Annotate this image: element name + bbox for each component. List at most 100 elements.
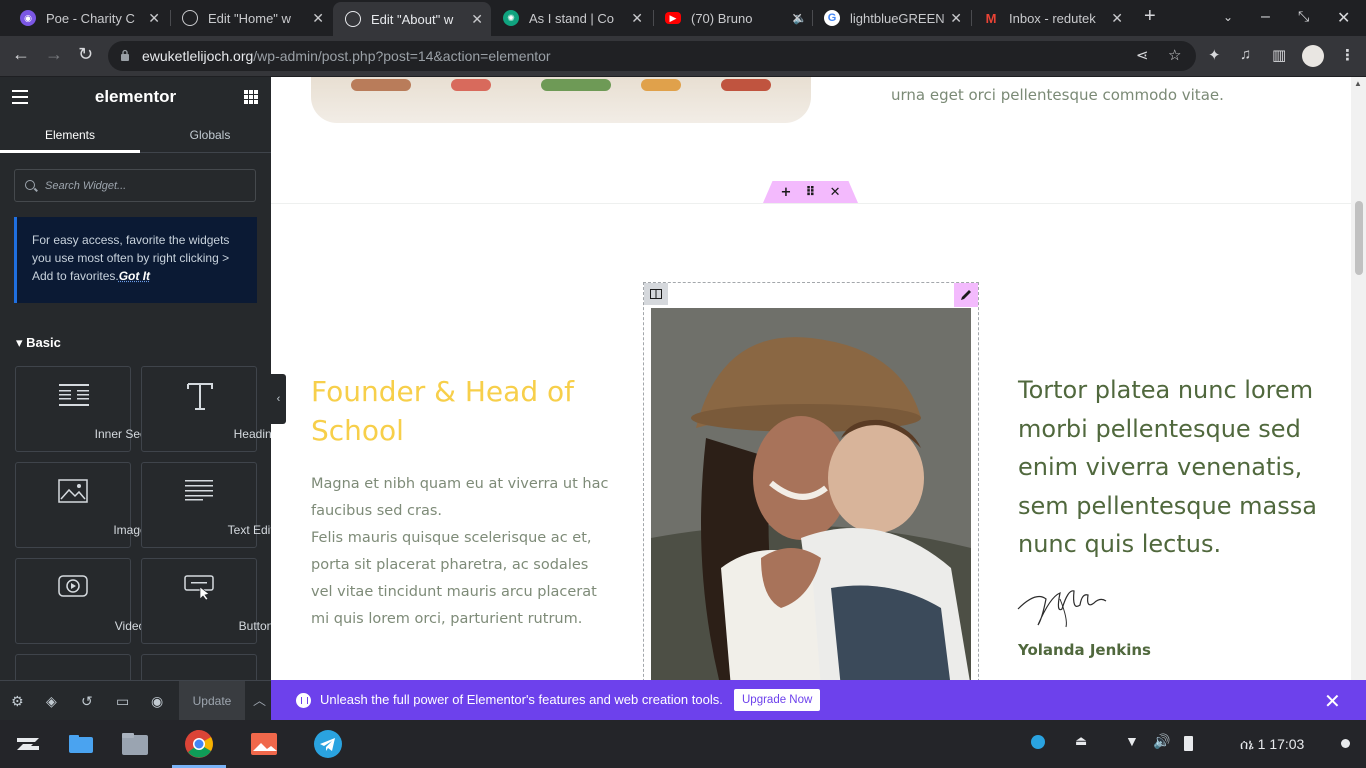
- widget-label: Heading: [233, 427, 271, 441]
- widgets-grid-icon[interactable]: [244, 90, 258, 104]
- tab-youtube[interactable]: ▶ (70) Bruno 🔈 ✕: [653, 4, 811, 32]
- widget-label: Text Editor: [227, 523, 271, 537]
- delete-section-icon[interactable]: ✕: [830, 185, 841, 200]
- files-app-icon[interactable]: [66, 729, 96, 759]
- close-tab-icon[interactable]: ✕: [1111, 10, 1123, 27]
- new-tab-icon[interactable]: +: [1144, 5, 1156, 28]
- profile-avatar[interactable]: [1302, 45, 1324, 67]
- tab-google[interactable]: G lightblueGREEN ✕: [812, 4, 970, 32]
- close-tab-icon[interactable]: ✕: [148, 10, 160, 27]
- scroll-up-arrow-icon[interactable]: ▲: [1354, 79, 1362, 88]
- settings-gear-icon[interactable]: ⚙: [11, 693, 24, 710]
- widget-heading[interactable]: Heading: [141, 366, 271, 452]
- top-section-image: [311, 77, 811, 123]
- side-panel-icon[interactable]: ▥: [1272, 46, 1286, 64]
- eject-icon[interactable]: ⏏: [1075, 733, 1087, 749]
- search-input[interactable]: [45, 170, 245, 201]
- address-bar[interactable]: ewuketlelijoch.org/wp-admin/post.php?pos…: [108, 41, 1196, 71]
- zorin-menu-icon[interactable]: [13, 729, 43, 759]
- url-path: /wp-admin/post.php?post=14&action=elemen…: [253, 48, 551, 64]
- widget-video[interactable]: Video: [15, 558, 145, 644]
- tab-poe[interactable]: ◉ Poe - Charity C ✕: [8, 4, 168, 32]
- close-tab-icon[interactable]: ✕: [471, 11, 483, 28]
- responsive-mode-icon[interactable]: ▭: [116, 693, 129, 710]
- url-host: ewuketlelijoch.org: [142, 48, 254, 64]
- history-icon[interactable]: ↺: [81, 693, 93, 710]
- widget-label: Button: [238, 619, 271, 633]
- close-tab-icon[interactable]: ✕: [950, 10, 962, 27]
- panel-footer: ⚙ ◈ ↺ ▭ ◉ Update ︿: [0, 680, 271, 721]
- inner-section-icon: [59, 384, 89, 406]
- upgrade-now-button[interactable]: Upgrade Now: [734, 689, 821, 711]
- close-tab-icon[interactable]: ✕: [791, 10, 803, 27]
- founder-desc-paragraph-2: Felis mauris quisque scelerisque ac et, …: [311, 530, 597, 627]
- close-window-icon[interactable]: ✕: [1337, 8, 1350, 28]
- clock[interactable]: ሰኔ 1 17:03: [1240, 736, 1304, 753]
- column-handle-icon[interactable]: [644, 283, 668, 305]
- founder-desc-paragraph-1: Magna et nibh quam eu at viverra ut hac …: [311, 476, 609, 519]
- widget-search[interactable]: [14, 169, 256, 202]
- reload-icon[interactable]: ↻: [78, 44, 93, 65]
- quote-text[interactable]: Tortor platea nunc lorem morbi pellentes…: [1018, 371, 1318, 564]
- forward-icon[interactable]: →: [45, 44, 63, 65]
- founder-description[interactable]: Magna et nibh quam eu at viverra ut hac …: [311, 471, 611, 633]
- tab-edit-about[interactable]: Edit "About" w ✕: [333, 2, 491, 36]
- navigator-layers-icon[interactable]: ◈: [46, 693, 57, 710]
- restore-icon[interactable]: ⤡: [1298, 8, 1309, 25]
- collapse-panel-button[interactable]: ‹: [271, 374, 286, 424]
- youtube-icon: ▶: [665, 12, 681, 24]
- image-icon: [58, 479, 88, 503]
- media-control-icon[interactable]: ♫: [1240, 46, 1251, 63]
- video-icon: [58, 575, 88, 597]
- chrome-icon[interactable]: [184, 729, 214, 759]
- widget-more[interactable]: [141, 654, 257, 680]
- minimize-icon[interactable]: –: [1261, 8, 1270, 26]
- tab-search-chevron-icon[interactable]: ⌄: [1223, 10, 1233, 24]
- widget-text-editor[interactable]: Text Editor: [141, 462, 271, 548]
- lock-icon: [121, 49, 129, 61]
- image-viewer-icon[interactable]: [249, 729, 279, 759]
- close-tab-icon[interactable]: ✕: [312, 10, 324, 27]
- canvas-scrollbar[interactable]: ▲: [1351, 77, 1366, 680]
- widget-image[interactable]: Image: [15, 462, 147, 548]
- more-menu-icon[interactable]: ⋮: [1340, 46, 1355, 64]
- wifi-icon[interactable]: ▼: [1125, 733, 1139, 749]
- drag-section-icon[interactable]: ⠿: [805, 185, 815, 200]
- update-button[interactable]: Update: [179, 681, 245, 721]
- battery-icon[interactable]: [1184, 736, 1193, 751]
- tab-chatgpt[interactable]: ✺ As I stand | Co ✕: [491, 4, 651, 32]
- notification-dot-icon[interactable]: [1341, 739, 1350, 748]
- preview-eye-icon[interactable]: ◉: [151, 693, 163, 710]
- bookmark-star-icon[interactable]: ☆: [1168, 46, 1181, 64]
- volume-icon[interactable]: 🔊: [1153, 733, 1170, 750]
- close-promo-icon[interactable]: ✕: [1324, 689, 1341, 714]
- back-icon[interactable]: ←: [12, 44, 30, 65]
- signature-name: Yolanda Jenkins: [1018, 641, 1151, 659]
- url-text: ewuketlelijoch.org/wp-admin/post.php?pos…: [142, 48, 551, 64]
- mother-and-baby-photo: [651, 308, 971, 680]
- founder-heading[interactable]: Founder & Head of School: [311, 372, 601, 450]
- tab-elements[interactable]: Elements: [0, 117, 140, 153]
- add-section-icon[interactable]: +: [781, 185, 792, 200]
- widget-button[interactable]: Button: [141, 558, 271, 644]
- share-icon[interactable]: ⋖: [1136, 46, 1149, 64]
- edit-pencil-icon[interactable]: [954, 283, 978, 307]
- elementor-canvas: urna eget orci pellentesque commodo vita…: [271, 77, 1351, 680]
- button-icon: [184, 575, 214, 601]
- scrollbar-thumb[interactable]: [1355, 201, 1363, 275]
- tab-edit-home[interactable]: Edit "Home" w ✕: [170, 4, 332, 32]
- close-tab-icon[interactable]: ✕: [631, 10, 643, 27]
- founder-photo[interactable]: [651, 308, 971, 680]
- category-basic[interactable]: ▾ Basic: [16, 335, 61, 351]
- tab-gmail[interactable]: M Inbox - redutek ✕: [971, 4, 1131, 32]
- file-manager-icon[interactable]: [120, 729, 150, 759]
- poe-icon: ◉: [20, 10, 36, 26]
- extensions-icon[interactable]: ✦: [1208, 46, 1221, 64]
- tab-globals[interactable]: Globals: [140, 117, 271, 153]
- got-it-link[interactable]: Got It: [119, 269, 150, 283]
- telegram-app-icon[interactable]: [313, 729, 343, 759]
- update-options-chevron-icon[interactable]: ︿: [248, 681, 271, 721]
- telegram-tray-icon[interactable]: [1031, 735, 1045, 749]
- widget-inner-section[interactable]: Inner Section: [15, 366, 165, 452]
- widget-more[interactable]: [15, 654, 131, 680]
